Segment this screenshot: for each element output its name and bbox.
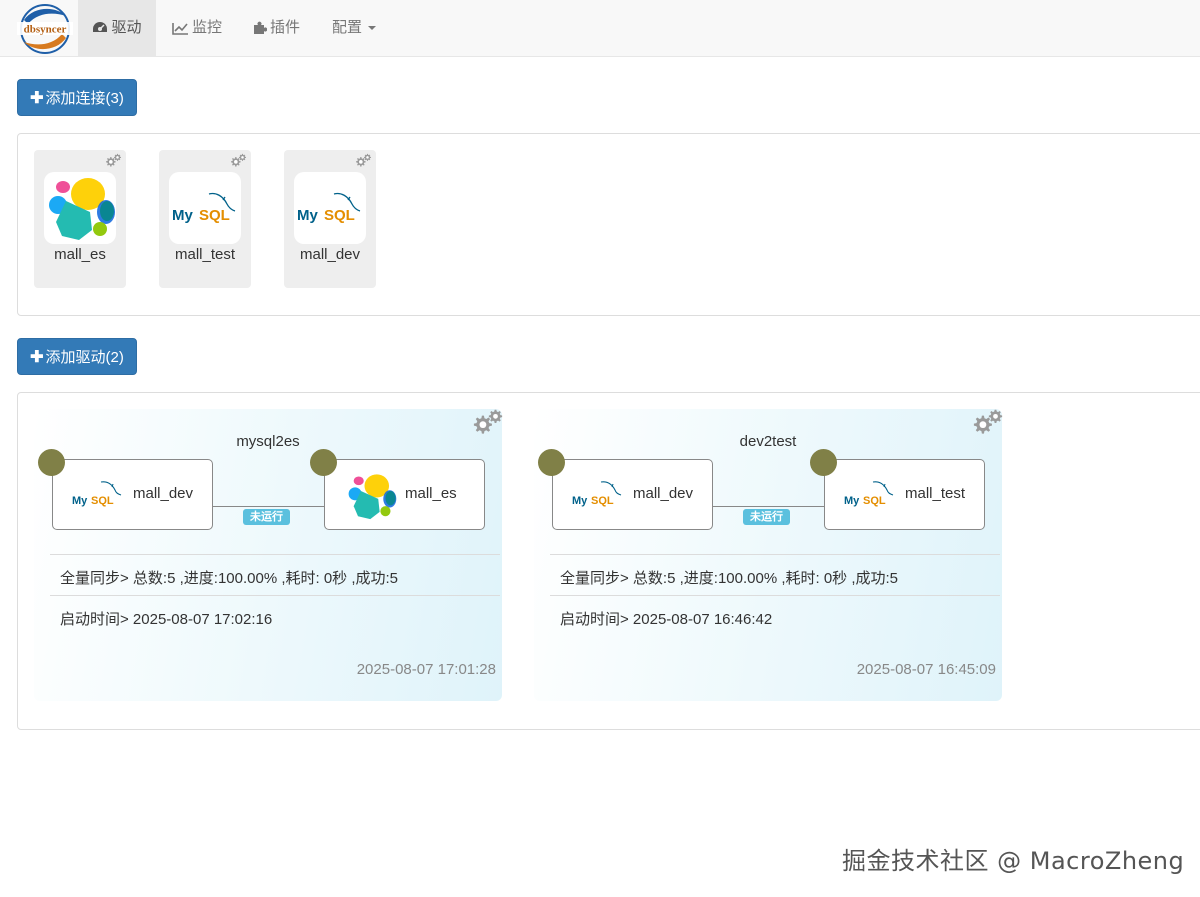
mysql-logo-sql: SQL [591, 495, 614, 507]
add-driver-button[interactable]: ✚ 添加驱动(2) [17, 338, 137, 375]
driver-card-dev2test[interactable]: dev2test My SQL mall_dev 未运行 My SQL mall… [534, 409, 1002, 701]
node-endpoint[interactable] [810, 449, 837, 476]
puzzle-icon [254, 21, 267, 34]
start-time: 启动时间> 2025-08-07 17:02:16 [60, 611, 273, 628]
settings-gear-icon[interactable] [229, 153, 247, 171]
target-node[interactable]: My SQL mall_test [810, 449, 985, 530]
driver-card-mysql2es[interactable]: mysql2es My SQL mall_dev 未运行 mall_es 全量同… [34, 409, 502, 701]
mysql-logo: My SQL [169, 172, 241, 244]
plus-icon: ✚ [30, 89, 44, 107]
nav-driver-label: 驱动 [111, 19, 142, 36]
mysql-logo-my: My [172, 207, 193, 224]
elasticsearch-logo [345, 470, 397, 522]
nav-driver[interactable]: 驱动 [78, 0, 156, 56]
elasticsearch-logo [44, 172, 116, 244]
dashboard-icon [93, 22, 108, 32]
connection-name: mall_test [174, 246, 236, 263]
created-time: 2025-08-07 17:01:28 [356, 661, 496, 678]
status-badge: 未运行 [743, 509, 790, 525]
source-name: mall_dev [633, 485, 694, 502]
divider [550, 554, 1000, 555]
connection-line [213, 506, 325, 507]
node-endpoint[interactable] [538, 449, 565, 476]
nav-plugin-label: 插件 [270, 19, 301, 36]
dbsyncer-logo[interactable]: dbsyncer [14, 2, 76, 56]
mysql-logo: My SQL [294, 172, 366, 244]
connection-card-mall-dev[interactable]: My SQL mall_dev [284, 150, 376, 288]
nav-monitor-label: 监控 [192, 19, 223, 36]
driver-title: mysql2es [236, 433, 300, 450]
mysql-logo: My SQL [572, 481, 622, 507]
mysql-logo-sql: SQL [199, 207, 230, 224]
settings-gear-icon[interactable] [104, 153, 122, 171]
line-chart-icon [172, 22, 188, 35]
source-node[interactable]: My SQL mall_dev [538, 449, 713, 530]
divider [550, 595, 1000, 596]
connections-panel: mall_es My SQL mall_test My SQL mall_dev [17, 133, 1200, 316]
add-connection-button[interactable]: ✚ 添加连接(3) [17, 79, 137, 116]
divider [50, 554, 500, 555]
connection-name: mall_es [54, 246, 106, 263]
mysql-logo-my: My [844, 495, 860, 507]
divider [50, 595, 500, 596]
status-badge: 未运行 [243, 509, 290, 525]
mysql-logo-my: My [297, 207, 318, 224]
nav-plugin[interactable]: 插件 [253, 0, 300, 56]
connection-card-mall-es[interactable]: mall_es [34, 150, 126, 288]
sync-info: 全量同步> 总数:5 ,进度:100.00% ,耗时: 0秒 ,成功:5 [60, 570, 399, 587]
top-navbar: dbsyncer 驱动 监控 插件 配置 [0, 0, 1200, 57]
add-driver-label: 添加驱动(2) [45, 349, 124, 366]
mysql-logo-sql: SQL [324, 207, 355, 224]
target-node[interactable]: mall_es [310, 449, 485, 530]
mysql-logo-sql: SQL [863, 495, 886, 507]
mysql-logo-my: My [572, 495, 588, 507]
target-name: mall_es [405, 485, 457, 502]
start-time: 启动时间> 2025-08-07 16:46:42 [560, 611, 773, 628]
created-time: 2025-08-07 16:45:09 [856, 661, 996, 678]
sync-info: 全量同步> 总数:5 ,进度:100.00% ,耗时: 0秒 ,成功:5 [560, 570, 899, 587]
watermark: 掘金技术社区 @ MacroZheng [842, 847, 1185, 875]
source-name: mall_dev [133, 485, 194, 502]
add-connection-label: 添加连接(3) [45, 90, 124, 107]
connection-card-mall-test[interactable]: My SQL mall_test [159, 150, 251, 288]
mysql-logo-my: My [72, 495, 88, 507]
mysql-logo-sql: SQL [91, 495, 114, 507]
node-endpoint[interactable] [38, 449, 65, 476]
drivers-panel: mysql2es My SQL mall_dev 未运行 mall_es 全量同… [17, 392, 1200, 730]
mysql-logo: My SQL [844, 481, 894, 507]
caret-down-icon [368, 26, 377, 30]
settings-gear-icon[interactable] [354, 153, 372, 171]
brand-text: dbsyncer [24, 24, 67, 36]
mysql-logo: My SQL [72, 481, 122, 507]
plus-icon: ✚ [30, 348, 44, 366]
connection-name: mall_dev [299, 246, 361, 263]
connection-line [713, 506, 825, 507]
nav-monitor[interactable]: 监控 [172, 0, 222, 56]
node-endpoint[interactable] [310, 449, 337, 476]
source-node[interactable]: My SQL mall_dev [38, 449, 213, 530]
nav-config-dropdown[interactable]: 配置 [332, 0, 377, 56]
driver-title: dev2test [739, 433, 797, 450]
target-name: mall_test [905, 485, 966, 502]
nav-config-label: 配置 [332, 19, 363, 36]
